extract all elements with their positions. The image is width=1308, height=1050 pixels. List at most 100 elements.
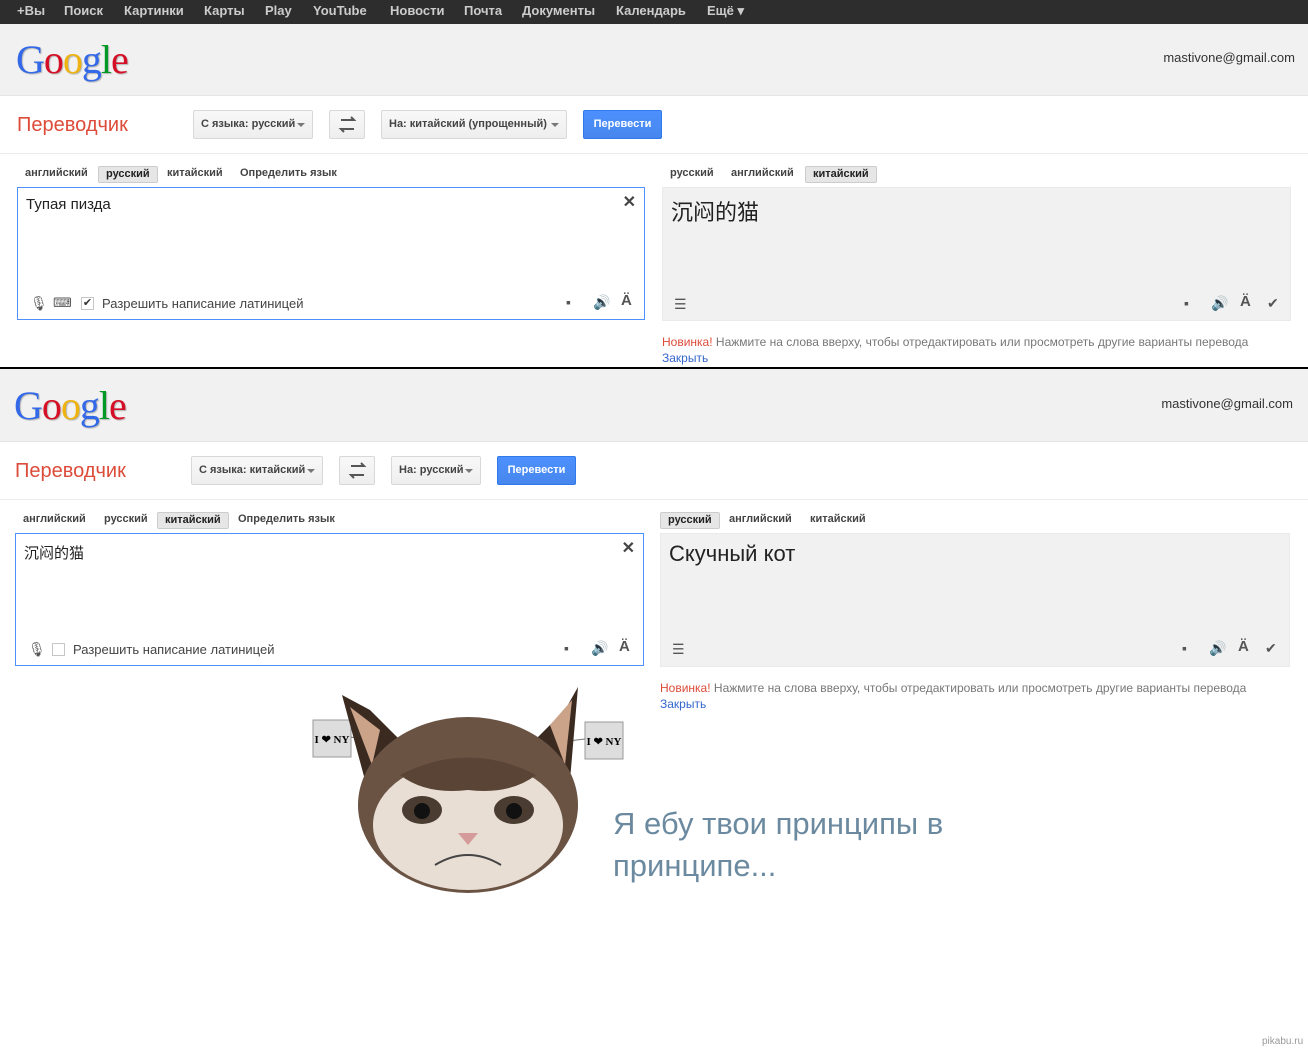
speaker-icon[interactable]: 🔊 — [593, 295, 610, 309]
src-tab-chinese[interactable]: китайский — [160, 166, 230, 183]
list-icon[interactable]: ☰ — [672, 642, 685, 656]
nav-plus-you[interactable]: +Вы — [17, 3, 45, 18]
clear-icon[interactable]: ✕ — [623, 192, 636, 212]
source-text-area[interactable]: 沉闷的猫 ✕ 🎙 Разрешить написание латиницей ▪… — [15, 533, 644, 666]
nav-images[interactable]: Картинки — [124, 3, 184, 18]
phonetic-icon[interactable]: Ä — [1240, 294, 1251, 309]
result-text[interactable]: Скучный кот — [669, 541, 795, 567]
src-tab-russian[interactable]: русский — [98, 166, 158, 183]
comment-icon[interactable]: ▪ — [1184, 296, 1189, 310]
allow-latin-checkbox[interactable] — [52, 643, 65, 656]
source-language-label: С языка: китайский — [199, 464, 306, 476]
speaker-icon[interactable]: 🔊 — [591, 641, 608, 655]
src-tab-russian[interactable]: русский — [97, 512, 155, 529]
google-logo[interactable]: Google — [14, 382, 127, 429]
res-tab-russian[interactable]: русский — [663, 166, 721, 183]
result-text[interactable]: 沉闷的猫 — [671, 195, 759, 227]
nav-maps[interactable]: Карты — [204, 3, 245, 18]
target-language-label: На: русский — [399, 464, 464, 476]
allow-latin-label: Разрешить написание латиницей — [102, 296, 304, 311]
chevron-down-icon — [551, 123, 559, 127]
res-tab-russian[interactable]: русский — [660, 512, 720, 529]
res-tab-chinese[interactable]: китайский — [805, 166, 877, 183]
phonetic-icon[interactable]: Ä — [1238, 639, 1249, 654]
notice-body: Нажмите на слова вверху, чтобы отредакти… — [712, 335, 1249, 349]
top-nav-bar: +Вы Поиск Картинки Карты Play YouTube Но… — [0, 0, 1308, 24]
account-email[interactable]: mastivone@gmail.com — [1161, 396, 1293, 411]
target-language-label: На: китайский (упрощенный) — [389, 118, 547, 130]
swap-languages-button[interactable] — [329, 110, 365, 139]
google-header: Google mastivone@gmail.com — [0, 369, 1308, 442]
res-tab-english[interactable]: английский — [722, 512, 799, 529]
account-email[interactable]: mastivone@gmail.com — [1163, 50, 1295, 65]
src-tab-chinese[interactable]: китайский — [157, 512, 229, 529]
source-language-select[interactable]: С языка: китайский — [191, 456, 323, 485]
translate-toolbar: Переводчик С языка: русский На: китайски… — [0, 96, 1308, 154]
list-icon[interactable]: ☰ — [674, 297, 687, 311]
result-text-area: Скучный кот ☰ ▪ 🔊 Ä ✔ — [660, 533, 1290, 667]
source-language-label: С языка: русский — [201, 118, 296, 130]
target-language-select[interactable]: На: китайский (упрощенный) — [381, 110, 567, 139]
notice-text: Новинка! Нажмите на слова вверху, чтобы … — [660, 681, 1246, 695]
speaker-icon[interactable]: 🔊 — [1209, 641, 1226, 655]
watermark: pikabu.ru — [1262, 1036, 1304, 1047]
meme-caption: Я ебу твои принципы в принципе... — [613, 806, 944, 883]
nav-youtube[interactable]: YouTube — [313, 3, 367, 18]
swap-icon — [348, 462, 367, 479]
src-tab-detect[interactable]: Определить язык — [233, 166, 344, 183]
nav-mail[interactable]: Почта — [464, 3, 502, 18]
allow-latin-label: Разрешить написание латиницей — [73, 642, 275, 657]
translate-toolbar: Переводчик С языка: китайский На: русски… — [0, 442, 1308, 500]
translate-button[interactable]: Перевести — [583, 110, 662, 139]
nav-news[interactable]: Новости — [390, 3, 445, 18]
ny-sign-right-text: I ❤ NY — [587, 736, 622, 748]
microphone-icon[interactable]: 🎙 — [30, 296, 48, 310]
ny-sign-left-text: I ❤ NY — [315, 734, 350, 746]
source-text-area[interactable]: Тупая пизда ✕ 🎙 ⌨ ✔ Разрешить написание … — [17, 187, 645, 320]
phonetic-icon[interactable]: Ä — [621, 293, 632, 308]
chevron-down-icon — [307, 469, 315, 473]
src-tab-detect[interactable]: Определить язык — [231, 512, 342, 529]
notice-close-link[interactable]: Закрыть — [660, 697, 706, 711]
notice-new-label: Новинка! — [660, 681, 711, 695]
checkmark-icon[interactable]: ✔ — [1267, 296, 1279, 310]
notice-new-label: Новинка! — [662, 335, 713, 349]
phonetic-icon[interactable]: Ä — [619, 639, 630, 654]
source-text[interactable]: Тупая пизда — [26, 196, 111, 213]
nav-search[interactable]: Поиск — [64, 3, 103, 18]
page-title: Переводчик — [15, 460, 126, 482]
comment-icon[interactable]: ▪ — [1182, 641, 1187, 655]
google-logo[interactable]: Google — [16, 36, 129, 83]
swap-languages-button[interactable] — [339, 456, 375, 485]
res-tab-english[interactable]: английский — [724, 166, 801, 183]
nav-calendar[interactable]: Календарь — [616, 3, 686, 18]
comment-icon[interactable]: ▪ — [566, 295, 571, 309]
comment-icon[interactable]: ▪ — [564, 641, 569, 655]
src-tab-english[interactable]: английский — [16, 512, 93, 529]
source-language-select[interactable]: С языка: русский — [193, 110, 313, 139]
chevron-down-icon — [297, 123, 305, 127]
notice-text: Новинка! Нажмите на слова вверху, чтобы … — [662, 335, 1248, 349]
speaker-icon[interactable]: 🔊 — [1211, 296, 1228, 310]
notice-body: Нажмите на слова вверху, чтобы отредакти… — [710, 681, 1247, 695]
nav-play[interactable]: Play — [265, 3, 292, 18]
microphone-icon[interactable]: 🎙 — [28, 642, 46, 656]
allow-latin-checkbox[interactable]: ✔ — [81, 297, 94, 310]
nav-more[interactable]: Ещё ▾ — [707, 3, 744, 19]
swap-icon — [338, 116, 357, 133]
result-text-area: 沉闷的猫 ☰ ▪ 🔊 Ä ✔ — [662, 187, 1291, 321]
checkmark-icon[interactable]: ✔ — [1265, 641, 1277, 655]
target-language-select[interactable]: На: русский — [391, 456, 481, 485]
chevron-down-icon — [465, 469, 473, 473]
page-title: Переводчик — [17, 114, 128, 136]
res-tab-chinese[interactable]: китайский — [803, 512, 873, 529]
source-text[interactable]: 沉闷的猫 — [24, 542, 84, 563]
nav-docs[interactable]: Документы — [522, 3, 595, 18]
keyboard-icon[interactable]: ⌨ — [53, 296, 72, 310]
grumpy-cat-image: I ❤ NY I ❤ NY — [312, 687, 624, 893]
google-header: Google mastivone@gmail.com — [0, 24, 1308, 96]
clear-icon[interactable]: ✕ — [622, 538, 635, 558]
translate-button[interactable]: Перевести — [497, 456, 576, 485]
notice-close-link[interactable]: Закрыть — [662, 351, 708, 365]
src-tab-english[interactable]: английский — [18, 166, 95, 183]
